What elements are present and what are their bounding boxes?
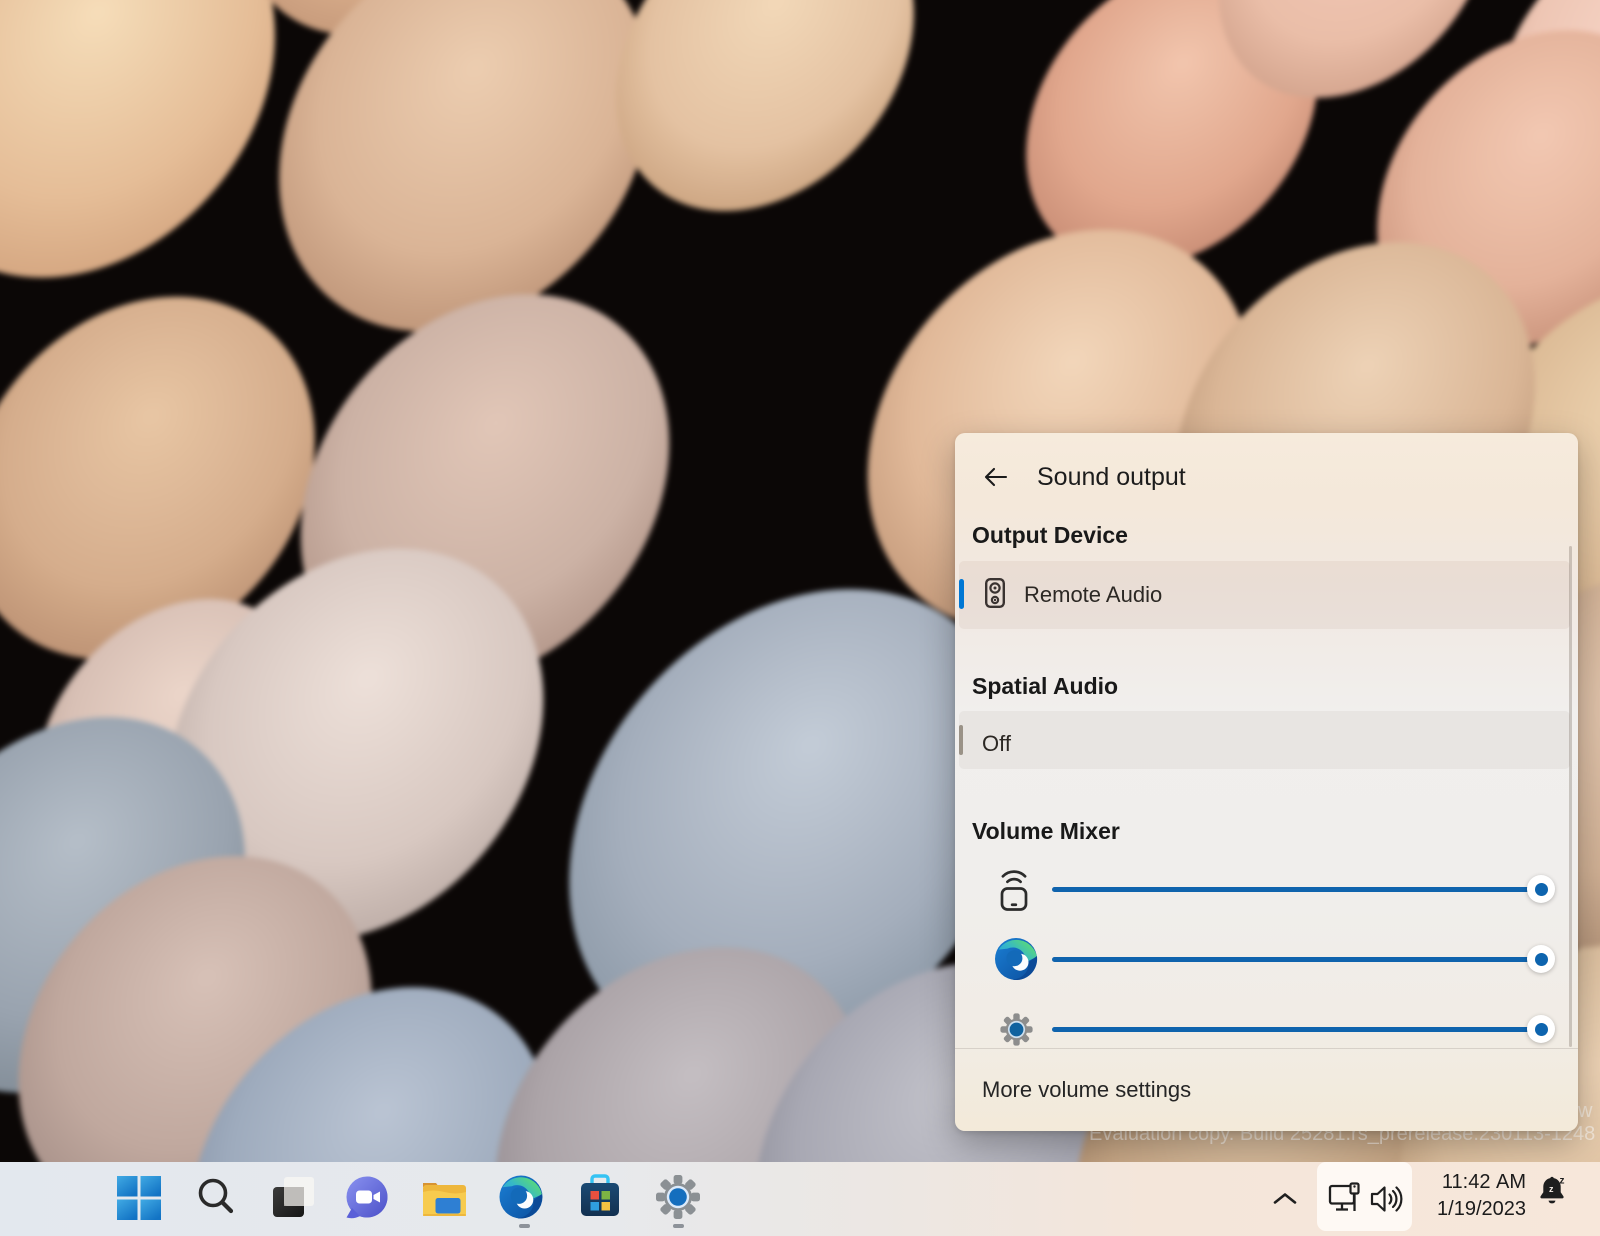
svg-text:z: z	[1549, 1184, 1554, 1194]
svg-text:z: z	[1560, 1176, 1565, 1187]
